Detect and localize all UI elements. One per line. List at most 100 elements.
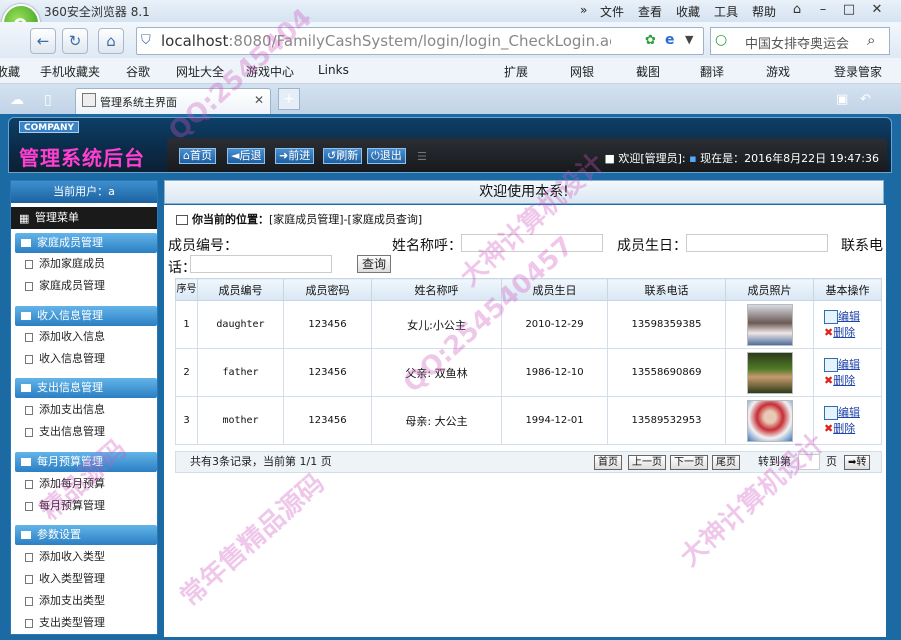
chevron-down-icon[interactable]: ▼ xyxy=(685,33,693,46)
ie-mode-icon[interactable]: e xyxy=(665,32,675,48)
sidebar-item-budget-manage[interactable]: 每月预算管理 xyxy=(25,496,105,516)
menu-file[interactable]: 文件 xyxy=(600,3,624,20)
edit-icon[interactable] xyxy=(824,357,838,372)
pin-icon[interactable]: ⌂ xyxy=(786,1,808,19)
toolbar-bank[interactable]: 网银 xyxy=(570,63,594,80)
restore-icon[interactable]: ▣ xyxy=(836,92,848,107)
back-button[interactable]: ◄后退 xyxy=(227,148,266,164)
sidebar-item-add-expense-type[interactable]: 添加支出类型 xyxy=(25,591,105,611)
pager: 共有3条记录，当前第 1/1 页 首页 上一页 下一页 尾页 转到第 页 ➡转 xyxy=(175,451,882,473)
cell-photo xyxy=(725,348,814,397)
page-number-input[interactable] xyxy=(798,454,820,470)
edit-icon[interactable] xyxy=(824,309,838,324)
prev-page-button[interactable]: 上一页 xyxy=(628,455,666,470)
bookmark-games[interactable]: 游戏中心 xyxy=(246,63,294,80)
logout-button[interactable]: ⏻退出 xyxy=(367,148,406,164)
col-name: 姓名称呼 xyxy=(371,278,502,301)
bookmark-links[interactable]: Links xyxy=(318,63,349,77)
cell-name: 母亲: 大公主 xyxy=(371,396,502,445)
cell-name: 父亲: 双鱼林 xyxy=(371,348,502,397)
last-page-button[interactable]: 尾页 xyxy=(712,455,740,470)
member-phone-input[interactable] xyxy=(190,255,332,273)
delete-link[interactable]: 删除 xyxy=(833,374,855,387)
separator-icon: ☰ xyxy=(417,150,427,163)
security-icon: ✿ xyxy=(645,33,656,48)
sidebar-item-income-manage[interactable]: 收入信息管理 xyxy=(25,349,105,369)
cloud-icon[interactable]: ☁ xyxy=(10,92,24,108)
bookmark-favorites[interactable]: 收藏 xyxy=(0,63,20,80)
toolbar-games[interactable]: 游戏 xyxy=(766,63,790,80)
delete-icon[interactable]: ✖ xyxy=(824,326,833,339)
toolbar-translate[interactable]: 翻译 xyxy=(700,63,724,80)
sidebar-item-expense-manage[interactable]: 支出信息管理 xyxy=(25,422,105,442)
refresh-icon[interactable]: ↻ xyxy=(62,28,88,54)
close-tab-icon[interactable]: ✕ xyxy=(254,93,264,107)
bookmark-mobile[interactable]: 手机收藏夹 xyxy=(40,63,100,80)
menu-more[interactable]: » xyxy=(580,3,587,17)
address-bar[interactable]: ⛉ localhost:8080/FamilyCashSystem/login/… xyxy=(136,27,704,55)
sidebar-item-add-budget[interactable]: 添加每月预算 xyxy=(25,474,105,494)
member-name-input[interactable] xyxy=(461,234,603,252)
forward-button[interactable]: ➜前进 xyxy=(275,148,315,164)
close-window-icon[interactable]: ✕ xyxy=(866,1,888,19)
sidebar-item-add-expense[interactable]: 添加支出信息 xyxy=(25,400,105,420)
delete-icon[interactable]: ✖ xyxy=(824,374,833,387)
new-tab-icon[interactable]: + xyxy=(278,88,300,110)
cell-birthday: 1994-12-01 xyxy=(501,396,608,445)
minimize-icon[interactable]: – xyxy=(812,1,834,19)
edit-link[interactable]: 编辑 xyxy=(838,310,860,323)
sidebar-toggle-icon[interactable]: ▯ xyxy=(44,92,52,108)
edit-link[interactable]: 编辑 xyxy=(838,406,860,419)
group-settings[interactable]: 参数设置 xyxy=(15,525,157,545)
welcome-banner: 欢迎使用本系! xyxy=(164,180,884,204)
cell-actions: 编辑 ✖删除 xyxy=(813,300,882,349)
menu-view[interactable]: 查看 xyxy=(638,3,662,20)
menu-tools[interactable]: 工具 xyxy=(714,3,738,20)
sidebar-item-add-member[interactable]: 添加家庭成员 xyxy=(25,254,105,274)
group-family[interactable]: 家庭成员管理 xyxy=(15,233,157,253)
edit-link[interactable]: 编辑 xyxy=(838,358,860,371)
page-icon xyxy=(82,93,96,107)
delete-link[interactable]: 删除 xyxy=(833,326,855,339)
search-engine-icon[interactable]: ○ xyxy=(715,32,727,48)
cell-photo xyxy=(725,396,814,445)
sidebar-item-add-income[interactable]: 添加收入信息 xyxy=(25,327,105,347)
toolbar-login-manager[interactable]: 登录管家 xyxy=(834,63,882,80)
sidebar-item-expense-type-manage[interactable]: 支出类型管理 xyxy=(25,613,105,633)
maximize-icon[interactable]: □ xyxy=(838,1,860,19)
col-photo: 成员照片 xyxy=(725,278,814,301)
member-birth-input[interactable] xyxy=(686,234,828,252)
first-page-button[interactable]: 首页 xyxy=(594,455,622,470)
toolbar-screenshot[interactable]: 截图 xyxy=(636,63,660,80)
edit-icon[interactable] xyxy=(824,405,838,420)
next-page-button[interactable]: 下一页 xyxy=(670,455,708,470)
tab-main[interactable]: 管理系统主界面 ✕ xyxy=(75,88,271,114)
search-input[interactable]: ○ 中国女排夺奥运会 ⌕ xyxy=(710,27,890,55)
delete-link[interactable]: 删除 xyxy=(833,422,855,435)
group-budget[interactable]: 每月预算管理 xyxy=(15,452,157,472)
cell-index: 1 xyxy=(175,300,198,349)
sidebar-item-add-income-type[interactable]: 添加收入类型 xyxy=(25,547,105,567)
home-icon[interactable]: ⌂ xyxy=(98,28,124,54)
search-icon[interactable]: ⌕ xyxy=(867,31,875,49)
menu-help[interactable]: 帮助 xyxy=(752,3,776,20)
cell-member-id: father xyxy=(197,348,284,397)
member-photo xyxy=(746,351,793,394)
query-button[interactable]: 查询 xyxy=(357,255,391,273)
group-income[interactable]: 收入信息管理 xyxy=(15,306,157,326)
welcome-text: ■ 欢迎[管理员]: ▪ 现在是：2016年8月22日 19:47:36 xyxy=(604,152,879,165)
go-button[interactable]: ➡转 xyxy=(844,455,871,470)
refresh-button[interactable]: ↺刷新 xyxy=(323,148,363,164)
search-text: 中国女排夺奥运会 xyxy=(745,37,850,52)
group-expense[interactable]: 支出信息管理 xyxy=(15,378,157,398)
undo-icon[interactable]: ↶ xyxy=(860,92,871,107)
sidebar-item-member-manage[interactable]: 家庭成员管理 xyxy=(25,276,105,296)
bookmark-google[interactable]: 谷歌 xyxy=(126,63,150,80)
back-icon[interactable]: ← xyxy=(30,28,56,54)
delete-icon[interactable]: ✖ xyxy=(824,422,833,435)
bookmark-hao[interactable]: 网址大全 xyxy=(176,63,224,80)
home-button[interactable]: ⌂首页 xyxy=(179,148,216,164)
sidebar-item-income-type-manage[interactable]: 收入类型管理 xyxy=(25,569,105,589)
menu-favorites[interactable]: 收藏 xyxy=(676,3,700,20)
toolbar-extensions[interactable]: 扩展 xyxy=(504,63,528,80)
